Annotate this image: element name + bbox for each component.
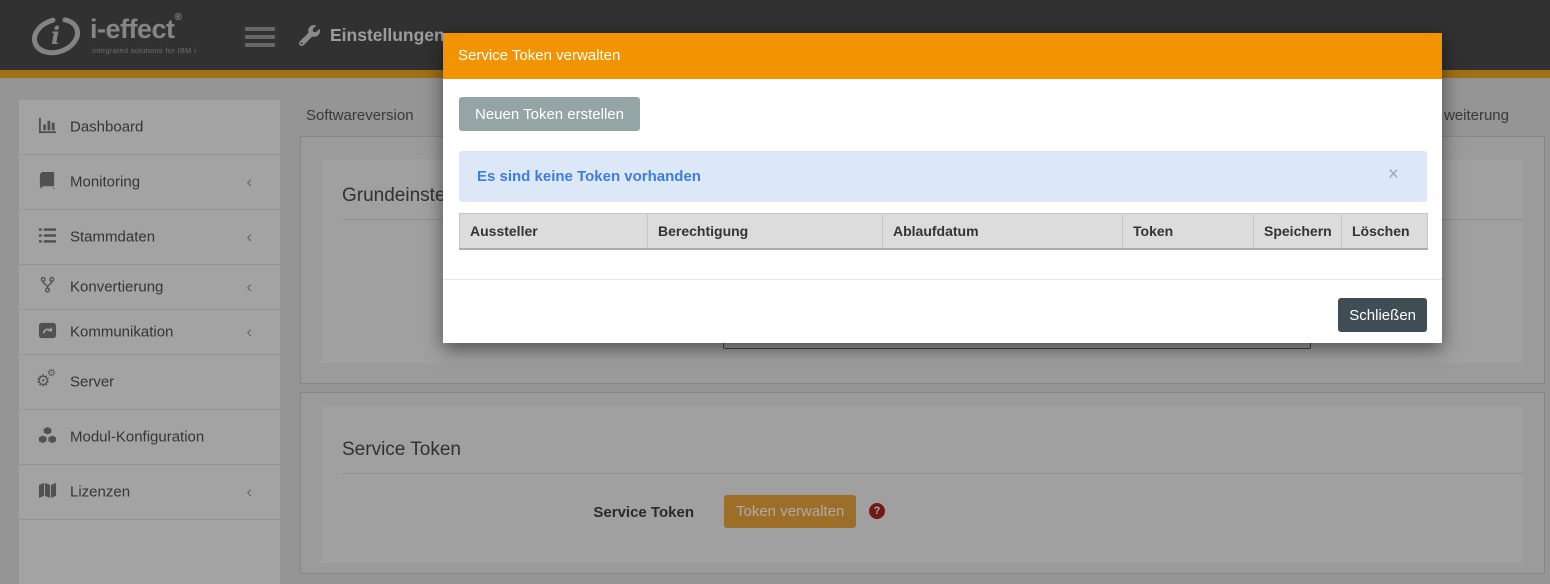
app-window: i i-effect® integrated solutions for IBM… bbox=[0, 0, 1550, 584]
table-header-loeschen: Löschen bbox=[1341, 213, 1428, 250]
schliessen-button[interactable]: Schließen bbox=[1338, 298, 1427, 332]
table-header-aussteller: Aussteller bbox=[459, 213, 648, 250]
table-header-speichern: Speichern bbox=[1253, 213, 1342, 250]
token-table: Aussteller Berechtigung Ablaufdatum Toke… bbox=[459, 213, 1428, 250]
service-token-modal: Service Token verwalten Neuen Token erst… bbox=[443, 33, 1442, 343]
modal-header: Service Token verwalten bbox=[443, 33, 1442, 79]
neuen-token-erstellen-button[interactable]: Neuen Token erstellen bbox=[459, 97, 640, 131]
alert-text: Es sind keine Token vorhanden bbox=[477, 168, 701, 185]
modal-footer: Schließen bbox=[443, 279, 1442, 343]
table-header-token: Token bbox=[1122, 213, 1254, 250]
close-icon[interactable]: × bbox=[1388, 165, 1399, 184]
table-header-row: Aussteller Berechtigung Ablaufdatum Toke… bbox=[459, 213, 1428, 250]
table-header-berechtigung: Berechtigung bbox=[647, 213, 883, 250]
table-header-ablaufdatum: Ablaufdatum bbox=[882, 213, 1123, 250]
no-token-alert: Es sind keine Token vorhanden × bbox=[459, 151, 1427, 202]
modal-title: Service Token verwalten bbox=[458, 47, 621, 64]
